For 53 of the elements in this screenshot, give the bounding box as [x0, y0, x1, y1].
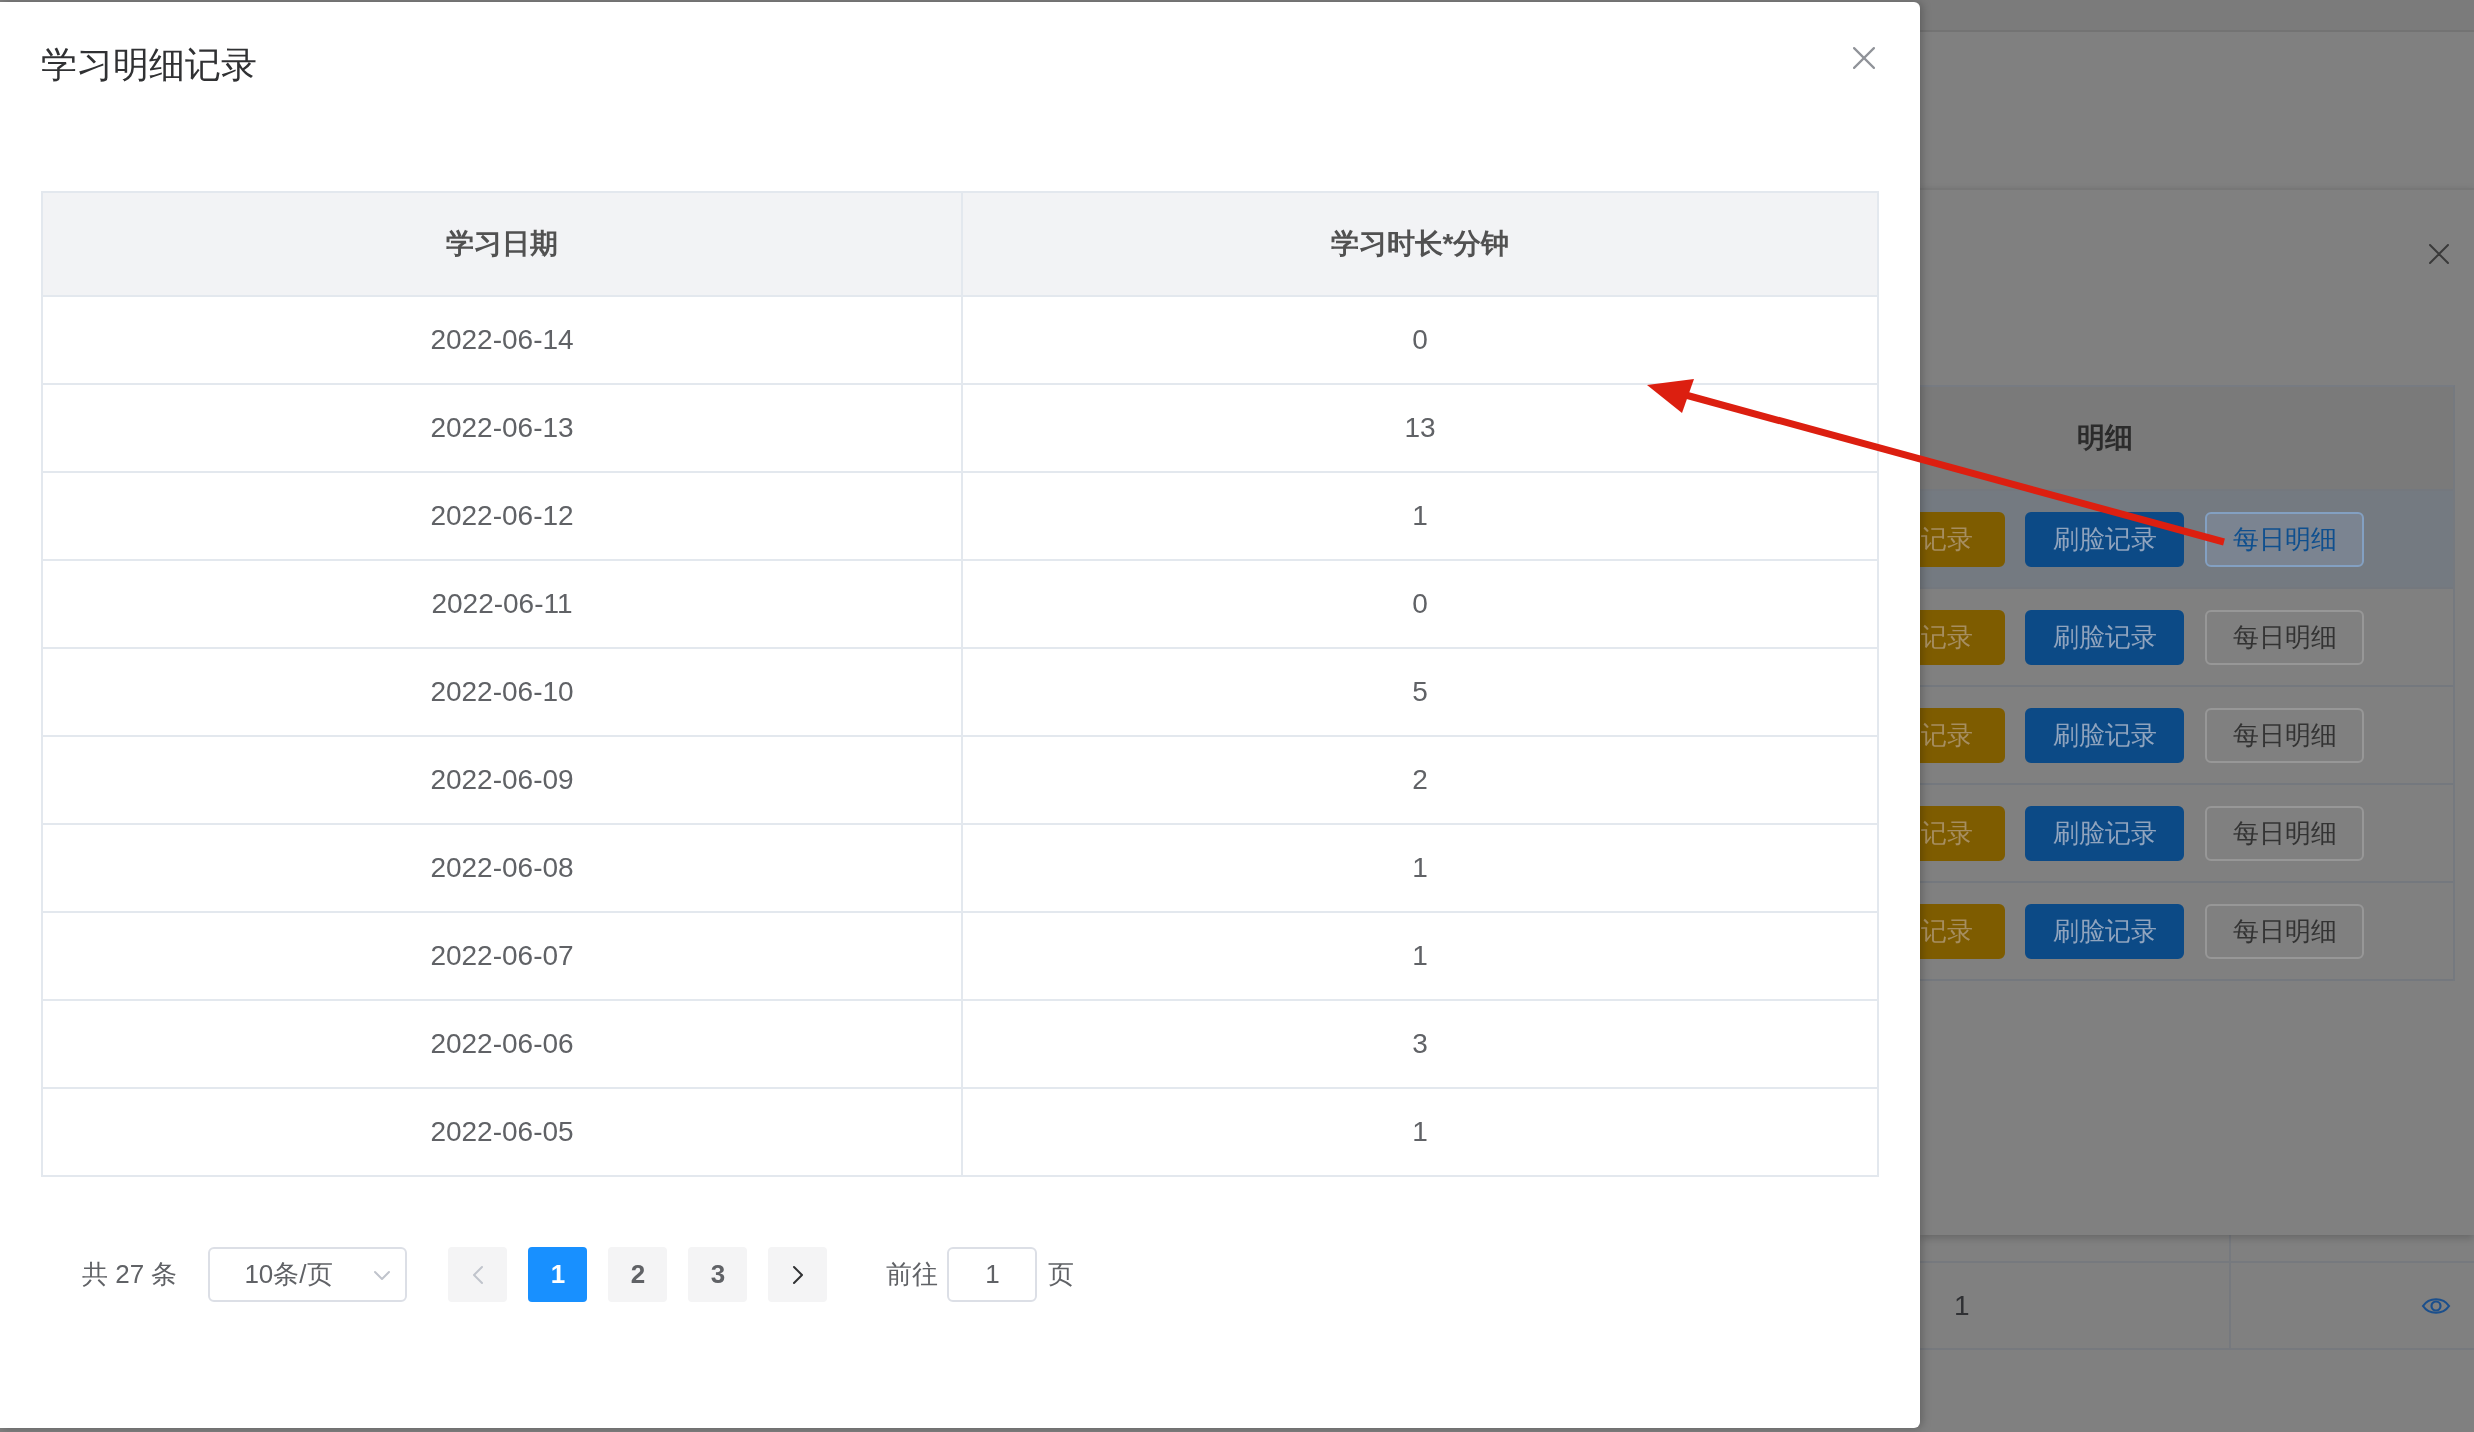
table-cell: 2022-06-07: [43, 913, 963, 1001]
eye-icon[interactable]: [2421, 1295, 2451, 1316]
page-button[interactable]: 1: [528, 1247, 588, 1302]
chevron-left-icon: [470, 1264, 485, 1285]
table-cell: 2022-06-05: [43, 1089, 963, 1177]
table-cell: 2022-06-13: [43, 385, 963, 473]
goto-label: 前往: [886, 1258, 939, 1291]
page-button[interactable]: 3: [688, 1247, 748, 1302]
table-cell: 5: [963, 649, 1879, 737]
table-cell: 2022-06-08: [43, 825, 963, 913]
page-jump-input[interactable]: 1: [947, 1247, 1038, 1302]
table-cell: 2022-06-11: [43, 561, 963, 649]
column-header: 学习时长*分钟: [963, 193, 1879, 297]
records-button[interactable]: 记录: [1920, 805, 2005, 861]
records-button[interactable]: 记录: [1920, 707, 2005, 763]
page-button[interactable]: 2: [608, 1247, 668, 1302]
table-cell: 0: [963, 561, 1879, 649]
table-cell: 2022-06-12: [43, 473, 963, 561]
page-suffix: 页: [1048, 1258, 1075, 1291]
daily-details-button[interactable]: 每日明细: [2205, 805, 2364, 861]
daily-details-button[interactable]: 每日明细: [2205, 707, 2364, 763]
table-cell: 2022-06-09: [43, 737, 963, 825]
table-cell: 2022-06-14: [43, 297, 963, 385]
face-records-button[interactable]: 刷脸记录: [2025, 609, 2184, 665]
column-header: 学习日期: [43, 193, 963, 297]
table-cell: 1: [963, 1089, 1879, 1177]
table-cell: 1: [963, 913, 1879, 1001]
daily-details-button[interactable]: 每日明细: [2205, 903, 2364, 959]
records-button[interactable]: 记录: [1920, 609, 2005, 665]
records-button[interactable]: 记录: [1920, 903, 2005, 959]
table-cell: 0: [963, 297, 1879, 385]
face-records-button[interactable]: 刷脸记录: [2025, 511, 2184, 567]
table-cell: 3: [963, 1001, 1879, 1089]
table-cell: 1: [963, 825, 1879, 913]
total-count: 共 27 条: [82, 1258, 178, 1291]
table-cell: 2: [963, 737, 1879, 825]
dialog-title: 学习明细记录: [41, 43, 257, 87]
close-icon[interactable]: [2429, 244, 2449, 264]
next-page-button[interactable]: [768, 1247, 828, 1302]
face-records-button[interactable]: 刷脸记录: [2025, 903, 2184, 959]
daily-details-button[interactable]: 每日明细: [2205, 511, 2364, 567]
column-header: 明细: [2077, 421, 2133, 455]
page-size-select[interactable]: 10条/页: [208, 1247, 408, 1302]
close-icon[interactable]: [1853, 47, 1875, 69]
records-button[interactable]: 记录: [1920, 511, 2005, 567]
face-records-button[interactable]: 刷脸记录: [2025, 707, 2184, 763]
table-cell: 2022-06-10: [43, 649, 963, 737]
chevron-right-icon: [790, 1264, 805, 1285]
face-records-button[interactable]: 刷脸记录: [2025, 805, 2184, 861]
daily-details-button[interactable]: 每日明细: [2205, 609, 2364, 665]
table-cell: 2022-06-06: [43, 1001, 963, 1089]
table-cell: 1: [963, 473, 1879, 561]
table-cell: 1: [1954, 1289, 1970, 1322]
